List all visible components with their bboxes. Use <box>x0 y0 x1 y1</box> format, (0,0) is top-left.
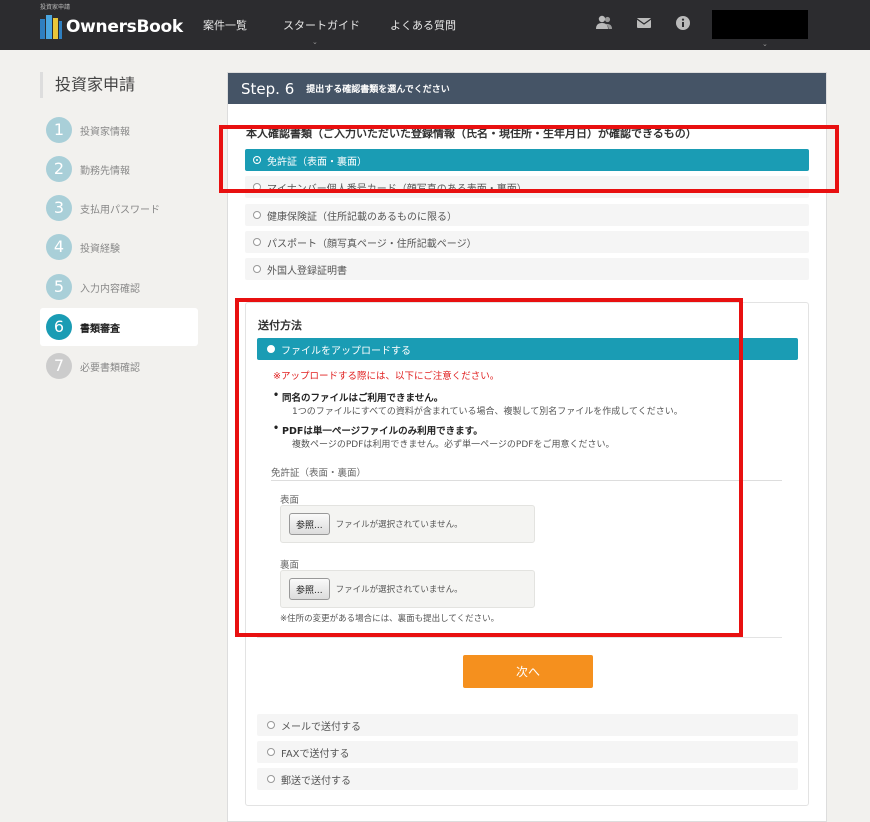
step-number: 4 <box>46 234 72 260</box>
send-option-email[interactable]: メールで送付する <box>257 714 798 736</box>
brand-subtitle: 投資家申請 <box>40 4 71 11</box>
sidebar-step-7: 7 必要書類確認 <box>40 347 198 385</box>
step-label: 投資経験 <box>80 243 120 255</box>
option-label: ファイルをアップロードする <box>281 345 411 357</box>
option-label: 郵送で送付する <box>281 775 351 787</box>
radio-checked-icon <box>253 156 261 164</box>
sidebar-step-2[interactable]: 2 勤務先情報 <box>40 150 198 188</box>
step-number: 6 <box>46 314 72 340</box>
nav-faq[interactable]: よくある質問 <box>390 17 456 33</box>
divider <box>271 480 782 481</box>
logo-text: OwnersBook <box>66 17 183 37</box>
doc-option-drivers-license[interactable]: 免許証（表面・裏面） <box>245 149 809 171</box>
radio-icon <box>253 183 261 191</box>
top-navigation-bar: 投資家申請 OwnersBook 案件一覧 スタートガイド ⌄ よくある質問 ⌄ <box>0 0 870 50</box>
mail-icon[interactable] <box>635 14 653 32</box>
sidebar-step-1[interactable]: 1 投資家情報 <box>40 111 198 149</box>
users-icon[interactable] <box>595 14 613 32</box>
front-file-input[interactable]: 参照... ファイルが選択されていません。 <box>280 505 535 543</box>
sidebar-step-3[interactable]: 3 支払用パスワード <box>40 189 198 227</box>
step-label: 勤務先情報 <box>80 165 130 177</box>
notice-detail: 1つのファイルにすべての資料が含まれている場合、複製して別名ファイルを作成してく… <box>292 407 683 417</box>
send-method-section: 送付方法 ファイルをアップロードする ※アップロードする際には、以下にご注意くだ… <box>245 302 809 806</box>
sidebar-step-5[interactable]: 5 入力内容確認 <box>40 268 198 306</box>
send-option-mail[interactable]: 郵送で送付する <box>257 768 798 790</box>
nav-start-guide[interactable]: スタートガイド <box>283 17 360 33</box>
file-status-text: ファイルが選択されていません。 <box>335 520 463 530</box>
nav-projects[interactable]: 案件一覧 <box>203 17 247 33</box>
radio-icon <box>253 211 261 219</box>
chevron-down-icon: ⌄ <box>762 40 768 48</box>
sidebar-step-6[interactable]: 6 書類審査 <box>40 308 198 346</box>
step-title: 提出する確認書類を選んでください <box>306 85 450 95</box>
logo-building-icon <box>40 15 62 39</box>
notice-bullet: PDFは単一ページファイルのみ利用できます。 <box>273 423 483 437</box>
doc-option-my-number-card[interactable]: マイナンバー個人番号カード（顔写真のある表面・裏面） <box>245 176 809 198</box>
step-number: 1 <box>46 117 72 143</box>
step-number: 2 <box>46 156 72 182</box>
radio-icon <box>267 775 275 783</box>
notice-bullet: 同名のファイルはご利用できません。 <box>273 390 443 404</box>
send-option-upload[interactable]: ファイルをアップロードする <box>257 338 798 360</box>
info-icon[interactable] <box>674 14 692 32</box>
step-number: 7 <box>46 353 72 379</box>
radio-icon <box>253 238 261 246</box>
step-label: 投資家情報 <box>80 126 130 138</box>
address-change-note: ※住所の変更がある場合には、裏面も提出してください。 <box>280 614 500 624</box>
step-label: 書類審査 <box>80 323 120 335</box>
chevron-down-icon: ⌄ <box>312 38 318 46</box>
doc-option-passport[interactable]: パスポート（顔写真ページ・住所記載ページ） <box>245 231 809 253</box>
doc-option-foreigner-card[interactable]: 外国人登録証明書 <box>245 258 809 280</box>
doc-option-health-insurance[interactable]: 健康保険証（住所記載のあるものに限る） <box>245 204 809 226</box>
document-heading: 本人確認書類（ご入力いただいた登録情報（氏名・現住所・生年月日）が確認できるもの… <box>246 127 697 140</box>
logo[interactable]: OwnersBook <box>40 15 183 39</box>
option-label: 免許証（表面・裏面） <box>267 156 367 168</box>
option-label: FAXで送付する <box>281 748 350 760</box>
step-label: 入力内容確認 <box>80 283 140 295</box>
step-number: 3 <box>46 195 72 221</box>
front-label: 表面 <box>280 495 300 506</box>
radio-icon <box>253 265 261 273</box>
browse-button[interactable]: 参照... <box>289 513 330 535</box>
step-label: 必要書類確認 <box>80 362 140 374</box>
radio-icon <box>267 748 275 756</box>
upload-group-title: 免許証（表面・裏面） <box>271 468 367 479</box>
step-indicator: Step. 6 <box>241 79 295 98</box>
radio-checked-icon <box>267 345 275 353</box>
account-menu[interactable] <box>712 10 808 39</box>
send-option-fax[interactable]: FAXで送付する <box>257 741 798 763</box>
option-label: パスポート（顔写真ページ・住所記載ページ） <box>267 238 477 250</box>
option-label: 健康保険証（住所記載のあるものに限る） <box>267 211 457 223</box>
option-label: マイナンバー個人番号カード（顔写真のある表面・裏面） <box>267 183 527 195</box>
option-label: 外国人登録証明書 <box>267 265 347 277</box>
divider <box>257 637 782 638</box>
next-button[interactable]: 次へ <box>463 655 593 688</box>
browse-button[interactable]: 参照... <box>289 578 330 600</box>
main-panel: Step. 6 提出する確認書類を選んでください 本人確認書類（ご入力いただいた… <box>227 72 827 822</box>
radio-icon <box>267 721 275 729</box>
upload-warning: ※アップロードする際には、以下にご注意ください。 <box>273 371 500 382</box>
send-method-title: 送付方法 <box>258 319 302 332</box>
step-label: 支払用パスワード <box>80 204 160 216</box>
back-label: 裏面 <box>280 560 300 571</box>
back-file-input[interactable]: 参照... ファイルが選択されていません。 <box>280 570 535 608</box>
step-number: 5 <box>46 274 72 300</box>
panel-header: Step. 6 提出する確認書類を選んでください <box>228 73 826 104</box>
option-label: メールで送付する <box>281 721 361 733</box>
sidebar-step-4[interactable]: 4 投資経験 <box>40 228 198 266</box>
file-status-text: ファイルが選択されていません。 <box>335 585 463 595</box>
sidebar-title: 投資家申請 <box>40 72 135 98</box>
notice-detail: 複数ページのPDFは利用できません。必ず単一ページのPDFをご用意ください。 <box>292 440 615 450</box>
